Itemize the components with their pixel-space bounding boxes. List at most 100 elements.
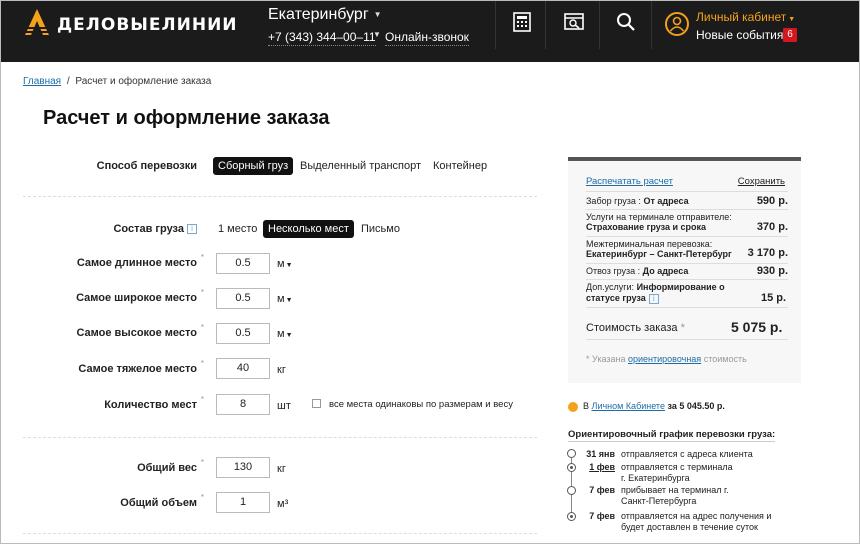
info-icon[interactable]: i — [648, 293, 659, 304]
city-selector[interactable]: Екатеринбург ▼ — [268, 6, 382, 24]
transport-option-container[interactable]: Контейнер — [428, 157, 492, 175]
required-mark: * — [200, 323, 204, 332]
longest-input[interactable]: 0.5 — [216, 253, 270, 274]
row-value: От адреса — [643, 196, 689, 206]
total-weight-label-text: Общий вес — [137, 462, 197, 474]
longest-unit-select[interactable]: м▼ — [277, 258, 293, 270]
cargo-option-single[interactable]: 1 место — [213, 220, 262, 238]
events-badge: 6 — [783, 28, 797, 42]
divider — [599, 1, 600, 49]
divider — [586, 339, 788, 340]
page: ДЕЛОВЫЕЛИНИИ Екатеринбург ▼ +7 (343) 344–… — [0, 0, 860, 544]
estimate-link[interactable]: ориентировочная — [628, 354, 701, 364]
save-link[interactable]: Сохранить — [738, 176, 785, 187]
summary-actions: Распечатать расчет Сохранить — [586, 176, 788, 187]
cargo-option-multiple[interactable]: Несколько мест — [263, 220, 354, 238]
total-volume-input[interactable]: 1 — [216, 492, 270, 513]
row-value: До адреса — [642, 266, 689, 276]
logo-text[interactable]: ДЕЛОВЫЕЛИНИИ — [57, 15, 238, 35]
heaviest-input[interactable]: 40 — [216, 358, 270, 379]
divider — [651, 1, 652, 49]
schedule-text: отправляется с терминала г. Екатеринбург… — [621, 462, 733, 483]
schedule-date: 7 фев — [589, 485, 615, 495]
heaviest-label: Самое тяжелое место * — [41, 359, 204, 375]
row-label: Забор груза : — [586, 196, 641, 206]
timeline-line — [571, 449, 572, 521]
heaviest-unit: кг — [277, 364, 286, 376]
summary-row-pickup: Забор груза : От адреса 590 р. — [586, 195, 788, 207]
required-mark: * — [200, 288, 204, 297]
transport-option-dedicated[interactable]: Выделенный транспорт — [295, 157, 426, 175]
total-weight-unit: кг — [277, 463, 286, 475]
search-icon[interactable] — [615, 11, 637, 33]
chevron-down-icon: ▼ — [373, 10, 382, 20]
same-size-label[interactable]: все места одинаковы по размерам и весу — [329, 399, 513, 410]
schedule-text: прибывает на терминал г. Санкт-Петербург… — [621, 485, 729, 506]
chevron-down-icon: ▼ — [788, 16, 796, 23]
total-volume-label: Общий объем * — [41, 493, 204, 509]
summary-row-delivery: Отвоз груза : До адреса 930 р. — [586, 265, 788, 277]
online-call-link[interactable]: Онлайн-звонок — [385, 30, 469, 46]
city-name: Екатеринбург — [268, 6, 369, 23]
chevron-down-icon[interactable]: ▼ — [373, 30, 381, 39]
summary-row-extra: Доп.услуги: Информирование о статусе гру… — [586, 282, 736, 304]
highest-unit-select[interactable]: м▼ — [277, 328, 293, 340]
unit-text: м — [277, 293, 285, 305]
count-input[interactable]: 8 — [216, 394, 270, 415]
info-icon[interactable]: i — [187, 224, 197, 235]
divider — [23, 533, 537, 534]
total-volume-label-text: Общий объем — [120, 497, 197, 509]
schedule-date[interactable]: 1 фев — [577, 462, 615, 472]
phone-number[interactable]: +7 (343) 344–00–11 — [268, 30, 376, 46]
unit-text: м — [277, 258, 285, 270]
required-mark: * — [680, 322, 685, 334]
total-label-text: Стоимость заказа — [586, 322, 678, 334]
breadcrumb-home[interactable]: Главная — [23, 76, 61, 87]
count-unit: шт — [277, 400, 291, 412]
total-weight-input[interactable]: 130 — [216, 457, 270, 478]
row-label: Доп.услуги: — [586, 282, 635, 292]
cargo-option-letter[interactable]: Письмо — [356, 220, 405, 238]
unit-text: м — [277, 328, 285, 340]
summary-row-terminal: Услуги на терминале отправителе: Страхов… — [586, 212, 788, 233]
required-mark: * — [200, 458, 204, 467]
tracking-icon[interactable] — [563, 11, 585, 33]
print-link[interactable]: Распечатать расчет — [586, 176, 673, 187]
note-text: * Указана — [586, 354, 626, 364]
heaviest-label-text: Самое тяжелое место — [78, 363, 197, 375]
divider — [23, 437, 537, 438]
summary-row-interterminal: Межтерминальная перевозка: Екатеринбург … — [586, 239, 788, 259]
count-label: Количество мест * — [41, 395, 204, 411]
row-price: 590 р. — [756, 195, 788, 207]
bonus-amount: за 5 045.50 р. — [667, 401, 725, 411]
divider — [586, 191, 788, 192]
chevron-down-icon: ▼ — [285, 297, 293, 304]
user-icon[interactable] — [665, 12, 689, 36]
account-link[interactable]: Личном Кабинете — [592, 401, 665, 411]
total-volume-unit: м³ — [277, 498, 289, 510]
highest-label-text: Самое высокое место — [76, 327, 197, 339]
schedule-date: 7 фев — [589, 511, 615, 521]
highest-label: Самое высокое место * — [41, 323, 204, 339]
divider — [586, 307, 788, 308]
total-label: Стоимость заказа * — [586, 322, 685, 334]
transport-option-groupage[interactable]: Сборный груз — [213, 157, 294, 175]
row-price: 930 р. — [756, 265, 788, 277]
same-size-checkbox[interactable] — [312, 399, 321, 408]
count-label-text: Количество мест — [104, 399, 197, 411]
calculator-icon[interactable] — [511, 11, 533, 33]
divider — [586, 209, 788, 210]
account-menu[interactable]: Личный кабинет ▼ — [696, 10, 795, 24]
divider — [586, 263, 788, 264]
coin-icon — [568, 401, 578, 412]
longest-label-text: Самое длинное место — [76, 257, 197, 269]
widest-input[interactable]: 0.5 — [216, 288, 270, 309]
highest-input[interactable]: 0.5 — [216, 323, 270, 344]
schedule-date: 31 янв — [586, 449, 615, 459]
row-price: 3 170 р. — [747, 247, 788, 259]
events-link[interactable]: Новые события — [696, 28, 783, 42]
bonus-info: В Личном Кабинете за 5 045.50 р. — [568, 401, 725, 412]
widest-unit-select[interactable]: м▼ — [277, 293, 293, 305]
schedule-text: отправляется на адрес получения и будет … — [621, 511, 772, 532]
required-mark: * — [200, 359, 204, 368]
